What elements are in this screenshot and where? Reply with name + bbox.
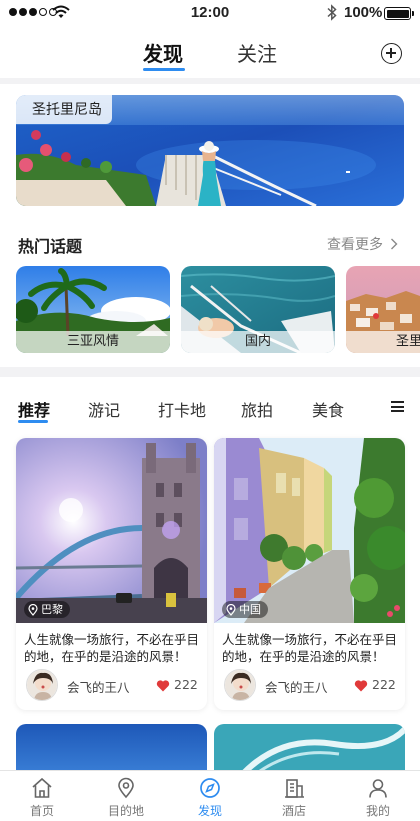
banner-title: 圣托里尼岛: [16, 95, 112, 124]
nav-home[interactable]: 首页: [0, 771, 84, 821]
avatar[interactable]: [224, 669, 256, 701]
tab-checkin[interactable]: 打卡地: [158, 397, 206, 421]
post-card[interactable]: 巴黎 人生就像一场旅行，不必在乎目的地，在乎的是沿途的风景！ 会飞的王八 222: [16, 438, 207, 710]
post-text: 人生就像一场旅行，不必在乎目的地，在乎的是沿途的风景！: [24, 632, 200, 664]
heart-icon[interactable]: [156, 679, 170, 692]
bluetooth-icon: [327, 4, 337, 21]
home-icon: [32, 777, 52, 798]
heart-icon[interactable]: [354, 679, 368, 692]
avatar[interactable]: [26, 669, 58, 701]
nav-profile[interactable]: 我的: [336, 771, 420, 821]
topics-more-link[interactable]: 查看更多: [327, 234, 398, 254]
nav-label: 发现: [197, 804, 222, 818]
app-screen: 12:00 100% 发现 关注 圣托里尼岛 热门话题 查看更多 三亚风情 国内…: [0, 0, 420, 821]
like-count: 222: [174, 677, 198, 692]
battery-percent: 100%: [344, 4, 383, 21]
tab-travel-photo[interactable]: 旅拍: [241, 397, 273, 421]
location-pin-icon: [118, 777, 134, 799]
location-tag: 巴黎: [24, 601, 70, 618]
author-name[interactable]: 会飞的王八: [67, 677, 130, 696]
chevron-right-icon: [391, 238, 398, 250]
nav-label: 首页: [29, 804, 54, 818]
author-name[interactable]: 会飞的王八: [265, 677, 328, 696]
plus-circle-icon[interactable]: [381, 43, 402, 64]
topic-card[interactable]: 国内: [181, 266, 335, 353]
banner-carousel[interactable]: 圣托里尼岛: [16, 95, 404, 206]
compass-icon: [200, 778, 220, 798]
user-icon: [369, 779, 387, 798]
topic-card[interactable]: 三亚风情: [16, 266, 170, 353]
topics-heading: 热门话题: [18, 237, 83, 256]
hotel-icon: [285, 779, 304, 798]
topic-label: 圣里: [346, 331, 420, 353]
top-header: 发现 关注: [0, 26, 420, 78]
tab-discover[interactable]: 发现: [143, 38, 183, 67]
topics-more-label: 查看更多: [327, 237, 383, 253]
tab-following[interactable]: 关注: [237, 38, 277, 67]
nav-label: 目的地: [107, 804, 144, 818]
category-active-indicator: [18, 420, 48, 423]
post-image: 巴黎: [16, 438, 207, 623]
like-count: 222: [372, 677, 396, 692]
post-card[interactable]: 中国 人生就像一场旅行，不必在乎目的地，在乎的是沿途的风景！ 会飞的王八 222: [214, 438, 405, 710]
battery-icon: [384, 7, 414, 20]
topic-label: 国内: [181, 331, 335, 353]
nav-label: 酒店: [281, 804, 306, 818]
tab-food[interactable]: 美食: [312, 397, 344, 421]
topic-card[interactable]: 圣里: [346, 266, 420, 353]
tab-travelogue[interactable]: 游记: [88, 397, 120, 421]
nav-discover[interactable]: 发现: [168, 771, 252, 821]
nav-label: 我的: [365, 804, 390, 818]
location-pin-icon: [28, 603, 38, 616]
location-pin-icon: [226, 603, 236, 616]
topic-label: 三亚风情: [16, 331, 170, 353]
bottom-nav: 首页 目的地 发现 酒店 我的: [0, 770, 420, 821]
tab-active-indicator: [143, 68, 185, 71]
post-text: 人生就像一场旅行，不必在乎目的地，在乎的是沿途的风景！: [222, 632, 398, 664]
location-tag: 中国: [222, 601, 268, 618]
nav-hotel[interactable]: 酒店: [252, 771, 336, 821]
location-name: 巴黎: [41, 603, 63, 616]
location-name: 中国: [239, 603, 261, 616]
status-bar: 12:00 100%: [0, 0, 420, 26]
post-image: 中国: [214, 438, 405, 623]
hamburger-icon[interactable]: [391, 401, 404, 413]
nav-destination[interactable]: 目的地: [84, 771, 168, 821]
tab-recommend[interactable]: 推荐: [18, 397, 50, 421]
